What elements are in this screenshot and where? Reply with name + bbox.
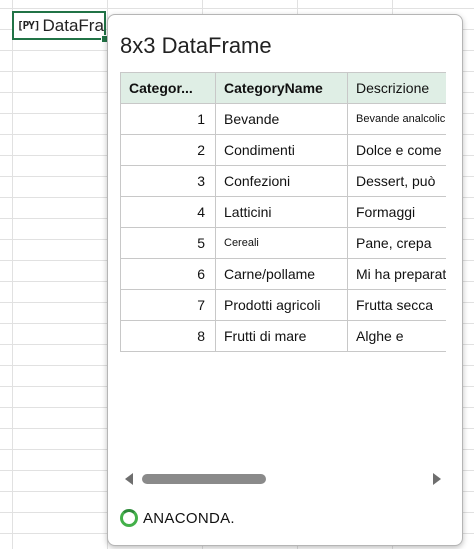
brand-name: ANACONDA. (143, 509, 235, 527)
cell-category-name: Frutti di mare (215, 320, 348, 352)
horizontal-scrollbar[interactable] (120, 470, 446, 488)
table-row: 2 Condimenti Dolce e come (120, 134, 446, 166)
cell-category-id: 2 (120, 134, 216, 166)
header-row: Categor... CategoryName Descrizione (120, 72, 446, 104)
cell-descrizione: Dessert, può (347, 165, 446, 197)
table-row: 7 Prodotti agricoli Frutta secca (120, 289, 446, 321)
python-cell-icon: [PY] (17, 19, 40, 32)
anaconda-logo-icon (120, 509, 138, 527)
cell-category-id: 5 (120, 227, 216, 259)
cell-category-id: 3 (120, 165, 216, 197)
cell-category-id: 6 (120, 258, 216, 290)
table-row: 5 Cereali Pane, crepa (120, 227, 446, 259)
column-header-category-id: Categor... (120, 72, 216, 104)
cell-category-name: Prodotti agricoli (215, 289, 348, 321)
scroll-left-arrow-icon[interactable] (125, 473, 133, 485)
cell-descrizione: Bevande analcoliche, c (347, 103, 446, 135)
anaconda-branding: ANACONDA. (120, 509, 235, 527)
cell-category-id: 7 (120, 289, 216, 321)
table-row: 3 Confezioni Dessert, può (120, 165, 446, 197)
table-row: 1 Bevande Bevande analcoliche, c (120, 103, 446, 135)
dataframe-preview-card: 8x3 DataFrame Categor... CategoryName De… (107, 14, 463, 546)
cell-category-name: Bevande (215, 103, 348, 135)
column-header-category-name: CategoryName (215, 72, 348, 104)
cell-descrizione: Dolce e come (347, 134, 446, 166)
table-row: 8 Frutti di mare Alghe e (120, 320, 446, 352)
cell-descrizione: Frutta secca (347, 289, 446, 321)
cell-category-id: 4 (120, 196, 216, 228)
table-row: 6 Carne/pollame Mi ha preparato; (120, 258, 446, 290)
cell-category-name: Latticini (215, 196, 348, 228)
cell-category-name: Cereali (215, 227, 348, 259)
cell-descrizione: Formaggi (347, 196, 446, 228)
scroll-right-arrow-icon[interactable] (433, 473, 441, 485)
cell-category-name: Carne/pollame (215, 258, 348, 290)
card-title: 8x3 DataFrame (120, 33, 272, 58)
cell-value: DataFrame (42, 15, 105, 35)
scrollbar-thumb[interactable] (142, 474, 266, 484)
cell-descrizione: Alghe e (347, 320, 446, 352)
column-header-descrizione: Descrizione (347, 72, 446, 104)
cell-descrizione: Pane, crepa (347, 227, 446, 259)
cell-category-name: Condimenti (215, 134, 348, 166)
table-row: 4 Latticini Formaggi (120, 196, 446, 228)
dataframe-table: Categor... CategoryName Descrizione 1 Be… (120, 72, 446, 352)
cell-category-name: Confezioni (215, 165, 348, 197)
cell-category-id: 1 (120, 103, 216, 135)
dataframe-table-viewport: Categor... CategoryName Descrizione 1 Be… (120, 72, 446, 378)
cell-category-id: 8 (120, 320, 216, 352)
cell-descrizione: Mi ha preparato; (347, 258, 446, 290)
selected-cell[interactable]: [PY] DataFrame (12, 11, 106, 40)
